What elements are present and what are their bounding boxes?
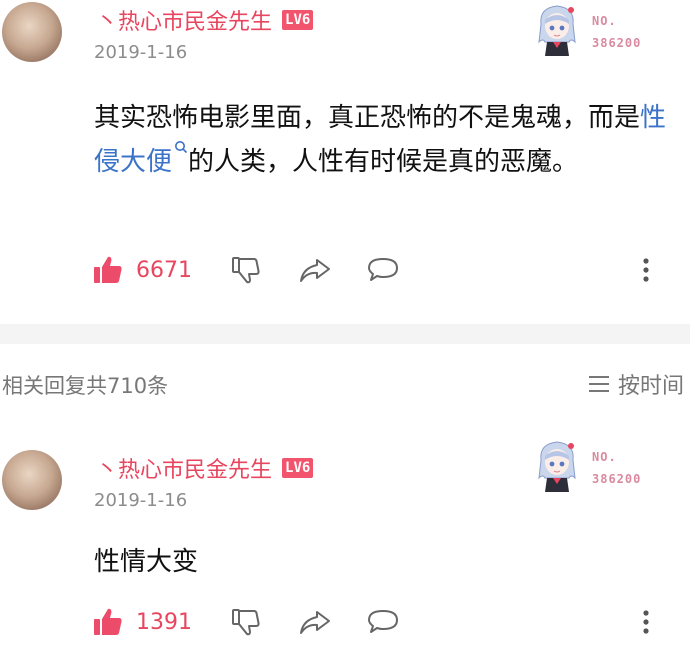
badge-number: 386200 [592,472,642,486]
comment-icon [368,610,398,633]
share-button[interactable] [298,250,332,290]
comment-date: 2019-1-16 [94,42,188,63]
username-text[interactable]: 丶热心市民金先生 [96,4,272,36]
comment-icon [368,258,398,281]
dislike-button[interactable] [230,602,262,642]
like-count: 1391 [136,609,192,635]
fan-badge[interactable]: NO. 386200 [527,436,667,506]
sort-button[interactable]: 按时间 [588,368,684,400]
section-divider [0,324,690,344]
like-button[interactable]: 1391 [92,602,192,642]
avatar[interactable] [2,2,62,62]
thumbs-up-icon [94,256,122,283]
dislike-button[interactable] [230,250,262,290]
more-icon [643,258,649,282]
action-bar: 6671 [0,250,690,290]
badge-label: NO. [592,14,617,28]
badge-label: NO. [592,450,617,464]
reply-button[interactable] [366,250,400,290]
avatar[interactable] [2,450,62,510]
comment-text-after: 的人类，人性有时候是真的恶魔。 [188,147,579,177]
thumbs-down-icon [232,257,260,284]
action-bar: 1391 [0,602,690,642]
share-icon [300,611,330,634]
reply-comment: 丶热心市民金先生 LV6 2019-1-16 NO. 386200 性情大变 1… [0,434,690,648]
search-icon[interactable] [174,140,188,158]
username-text[interactable]: 丶热心市民金先生 [96,452,272,484]
level-badge: LV6 [282,10,314,30]
share-button[interactable] [298,602,332,642]
fan-badge[interactable]: NO. 386200 [527,0,667,70]
main-comment: 丶热心市民金先生 LV6 2019-1-16 NO. 386200 其实恐怖电影… [0,0,690,324]
more-button[interactable] [638,602,654,642]
replies-count-title: 相关回复共710条 [2,374,169,398]
username[interactable]: 丶热心市民金先生 LV6 [96,4,314,36]
comment-text-before: 其实恐怖电影里面，真正恐怖的不是鬼魂，而是 [94,103,641,133]
anime-character-icon [538,5,576,56]
like-button[interactable]: 6671 [92,250,192,290]
comment-body: 其实恐怖电影里面，真正恐怖的不是鬼魂，而是性侵大便 的人类，人性有时候是真的恶魔。 [94,96,684,184]
anime-character-icon [538,441,576,492]
replies-header: 相关回复共710条 按时间 [0,362,690,402]
like-count: 6671 [136,257,192,283]
reply-button[interactable] [366,602,400,642]
sort-label[interactable]: 按时间 [618,368,684,400]
badge-number: 386200 [592,36,642,50]
more-button[interactable] [638,250,654,290]
sort-icon [588,376,609,392]
comment-date: 2019-1-16 [94,490,188,511]
thumbs-down-icon [232,609,260,636]
thumbs-up-icon [94,608,122,635]
level-badge: LV6 [282,458,314,478]
username[interactable]: 丶热心市民金先生 LV6 [96,452,314,484]
comment-body: 性情大变 [94,547,199,577]
more-icon [643,610,649,634]
share-icon [300,259,330,282]
